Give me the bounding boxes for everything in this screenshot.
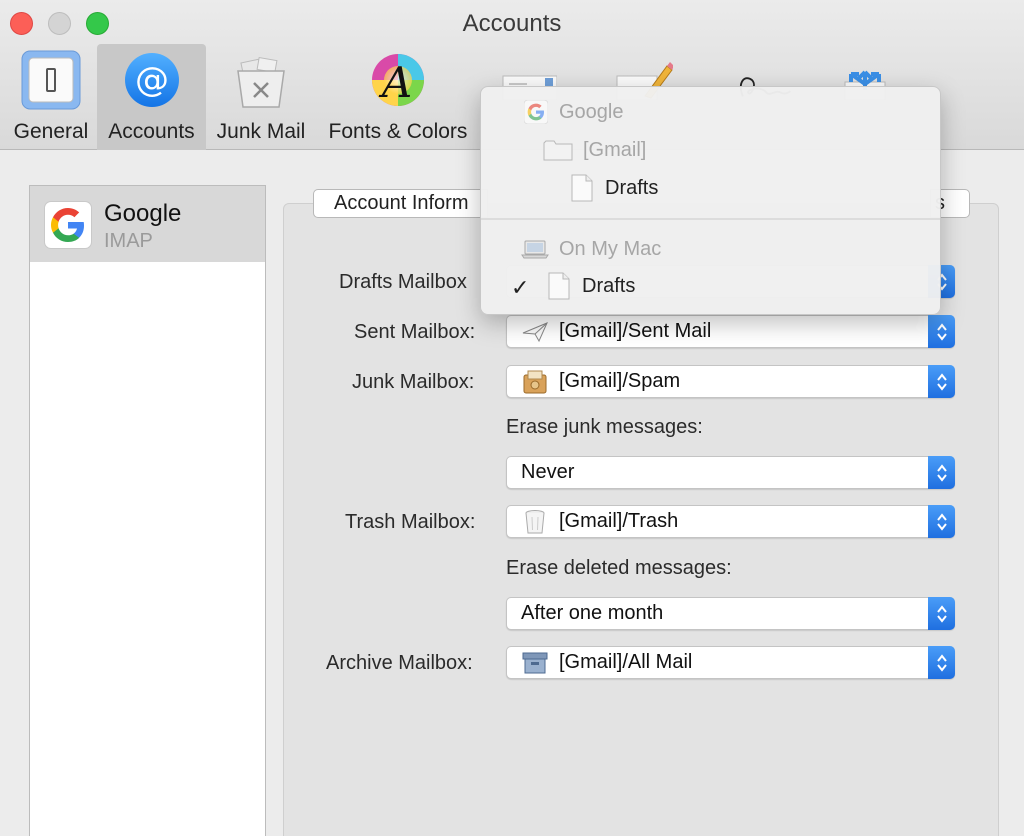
document-icon [546,272,572,300]
google-logo-icon [44,201,92,249]
account-name: Google [104,200,182,227]
tab-account-information[interactable]: Account Inform [313,189,488,218]
folder-icon [543,137,573,163]
erase-deleted-label: Erase deleted messages: [506,557,732,579]
paper-plane-icon [521,320,549,344]
svg-text:A: A [378,58,412,107]
fonts-colors-icon: A [366,48,430,112]
drafts-mailbox-menu: Google [Gmail] Drafts On My Mac ✓ Drafts [480,86,941,315]
junk-mailbox-popup[interactable]: [Gmail]/Spam [506,365,955,398]
sent-mailbox-value: [Gmail]/Sent Mail [559,320,712,342]
menu-google-label: Google [559,100,624,123]
sent-mailbox-popup[interactable]: [Gmail]/Sent Mail [506,315,955,348]
erase-deleted-stepper-icon [928,597,955,630]
switch-icon [19,48,83,112]
erase-junk-value: Never [521,461,575,483]
trash-stepper-icon [928,505,955,538]
archive-mailbox-popup[interactable]: [Gmail]/All Mail [506,646,955,679]
erase-deleted-popup[interactable]: After one month [506,597,955,630]
junk-mailbox-label: Junk Mailbox: [352,371,475,393]
toolbar-accounts-label: Accounts [108,120,195,143]
svg-text:@: @ [135,60,169,100]
menu-gmail-drafts[interactable]: Drafts [569,174,659,202]
document-icon [569,174,595,202]
archive-stepper-icon [928,646,955,679]
archive-mailbox-value: [Gmail]/All Mail [559,651,693,673]
toolbar-fonts-colors-label: Fonts & Colors [328,120,468,143]
account-row-google[interactable]: Google IMAP [30,186,265,262]
junk-mailbox-value: [Gmail]/Spam [559,370,681,392]
sent-stepper-icon [928,315,955,348]
menu-mac-drafts-label: Drafts [582,274,636,297]
trash-can-icon [521,510,549,534]
menu-on-my-mac-header: On My Mac [521,236,661,262]
erase-junk-popup[interactable]: Never [506,456,955,489]
toolbar-general[interactable]: General [8,44,94,150]
google-logo-icon [523,99,549,125]
erase-junk-stepper-icon [928,456,955,489]
at-sign-icon: @ [120,48,184,112]
menu-google-header: Google [523,99,624,125]
checkmark-icon: ✓ [511,275,530,300]
trash-mailbox-value: [Gmail]/Trash [559,510,679,532]
menu-mac-drafts[interactable]: Drafts [546,272,636,300]
sent-mailbox-label: Sent Mailbox: [354,321,476,343]
laptop-icon [521,236,549,262]
toolbar-accounts[interactable]: @ Accounts [97,44,206,150]
account-type: IMAP [104,230,153,252]
menu-gmail-label: [Gmail] [583,138,647,161]
erase-deleted-value: After one month [521,602,664,624]
menu-separator [481,218,940,220]
junk-box-icon [521,370,549,394]
drafts-mailbox-label: Drafts Mailbox [339,271,467,293]
trash-bin-icon [229,48,293,112]
archive-box-icon [521,651,549,675]
toolbar-general-label: General [13,120,89,143]
window-title: Accounts [462,10,562,37]
archive-mailbox-label: Archive Mailbox: [326,652,473,674]
menu-on-my-mac-label: On My Mac [559,237,662,260]
menu-gmail-drafts-label: Drafts [605,176,659,199]
menu-gmail-folder: [Gmail] [543,137,646,163]
toolbar-junk-mail-label: Junk Mail [216,120,306,143]
erase-junk-label: Erase junk messages: [506,416,703,438]
junk-stepper-icon [928,365,955,398]
trash-mailbox-popup[interactable]: [Gmail]/Trash [506,505,955,538]
trash-mailbox-label: Trash Mailbox: [345,511,476,533]
toolbar-fonts-colors[interactable]: A Fonts & Colors [322,44,474,150]
account-list: Google IMAP [29,185,266,836]
toolbar-junk-mail[interactable]: Junk Mail [212,44,310,150]
